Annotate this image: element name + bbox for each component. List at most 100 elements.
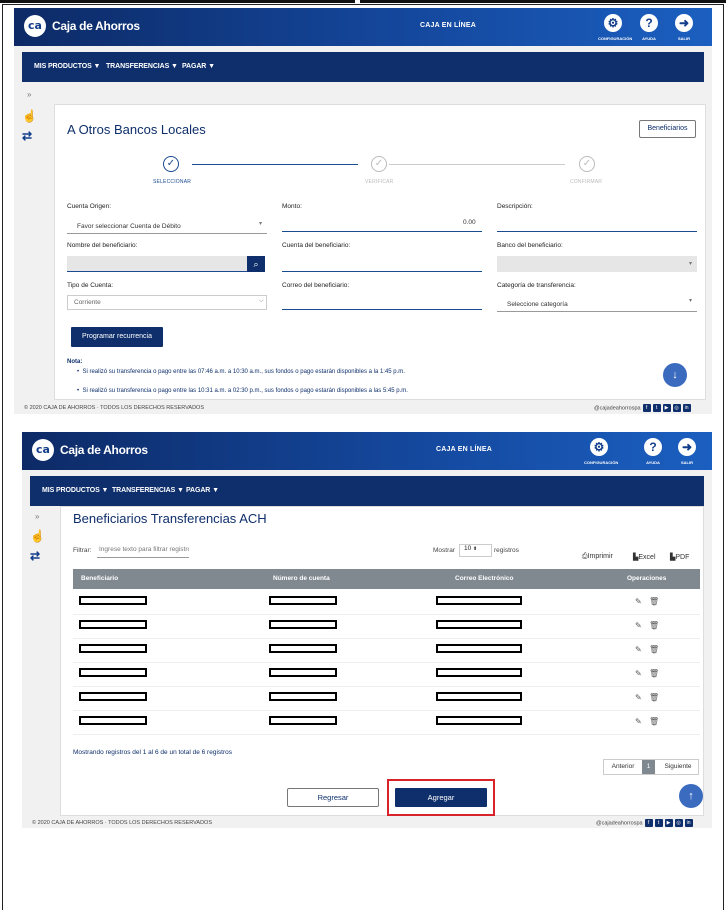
- search-icon[interactable]: ⌕: [247, 256, 265, 272]
- scroll-up-button[interactable]: ↑: [679, 784, 703, 808]
- youtube-icon[interactable]: ▶: [664, 819, 673, 827]
- edit-icon[interactable]: ✎: [635, 645, 642, 654]
- account-type-select[interactable]: Corriente: [67, 295, 267, 310]
- pdf-button[interactable]: ▙PDF: [670, 553, 689, 561]
- print-button[interactable]: ⎙Imprimir: [582, 553, 613, 561]
- logo-text[interactable]: Caja de Ahorros: [60, 443, 148, 457]
- logout-button[interactable]: ➜ SALIR: [669, 14, 699, 41]
- logo-mark[interactable]: ca: [32, 439, 54, 461]
- linkedin-icon[interactable]: in: [684, 819, 693, 827]
- nav-mis-productos[interactable]: MIS PRODUCTOS ▼: [34, 63, 100, 70]
- table-row: ✎ 🗑: [73, 615, 700, 639]
- beneficiary-email-input[interactable]: [282, 309, 482, 310]
- logout-label: SALIR: [681, 460, 693, 465]
- facebook-icon[interactable]: f: [642, 404, 651, 412]
- hand-coin-icon[interactable]: ☝: [30, 530, 46, 542]
- nav-mis-productos[interactable]: MIS PRODUCTOS ▼: [42, 487, 108, 494]
- chevron-down-icon: ⌵: [259, 298, 264, 304]
- youtube-icon[interactable]: ▶: [662, 404, 671, 412]
- page-size-select[interactable]: 10 ⬍: [459, 544, 492, 557]
- col-beneficiario[interactable]: Beneficiario: [81, 575, 118, 582]
- settings-button[interactable]: ⚙ CONFIGURACIÓN: [598, 14, 632, 41]
- help-button[interactable]: ? AYUDA: [634, 14, 664, 41]
- redacted-account-number: [269, 692, 337, 701]
- trash-icon[interactable]: 🗑: [649, 621, 659, 630]
- note-item: • Si realizó su transferencia o pago ent…: [77, 369, 405, 375]
- redacted-email: [436, 596, 522, 605]
- expand-chevron-icon[interactable]: »: [35, 512, 39, 521]
- filter-input[interactable]: Ingrese texto para filtrar registros: [97, 546, 189, 558]
- instagram-icon[interactable]: ◎: [672, 404, 681, 412]
- category-select[interactable]: Seleccione categoría: [507, 301, 568, 308]
- page-title: Beneficiarios Transferencias ACH: [73, 511, 267, 526]
- twitter-icon[interactable]: t: [654, 819, 663, 827]
- redacted-beneficiary: [79, 692, 147, 701]
- trash-icon[interactable]: 🗑: [649, 669, 659, 678]
- table-row: ✎ 🗑: [73, 639, 700, 663]
- col-operaciones[interactable]: Operaciones: [627, 575, 666, 582]
- trash-icon[interactable]: 🗑: [649, 717, 659, 726]
- transfer-hand-icon[interactable]: ⇄: [30, 550, 46, 562]
- redacted-email: [436, 692, 522, 701]
- nav-pagar[interactable]: PAGAR ▼: [182, 63, 215, 70]
- logo-text[interactable]: Caja de Ahorros: [52, 19, 140, 33]
- main-nav: MIS PRODUCTOS ▼ TRANSFERENCIAS ▼ PAGAR ▼: [22, 52, 704, 82]
- edit-icon[interactable]: ✎: [635, 693, 642, 702]
- category-underline: [497, 311, 697, 312]
- twitter-icon[interactable]: t: [652, 404, 661, 412]
- header-bar: ca Caja de Ahorros CAJA EN LÍNEA ⚙ CONFIG…: [22, 432, 712, 470]
- expand-chevron-icon[interactable]: »: [27, 90, 31, 99]
- nav-pagar[interactable]: PAGAR ▼: [186, 487, 219, 494]
- hand-coin-icon[interactable]: ☝: [22, 110, 38, 122]
- category-label: Categoría de transferencia:: [497, 282, 576, 289]
- main-nav: MIS PRODUCTOS ▼ TRANSFERENCIAS ▼ PAGAR ▼: [30, 476, 704, 506]
- nav-transferencias[interactable]: TRANSFERENCIAS ▼: [106, 63, 178, 70]
- beneficiary-bank-select[interactable]: [497, 256, 697, 272]
- page-1-button[interactable]: 1: [642, 760, 655, 774]
- redacted-account-number: [269, 716, 337, 725]
- trash-icon[interactable]: 🗑: [649, 645, 659, 654]
- redacted-beneficiary: [79, 644, 147, 653]
- logo-mark[interactable]: ca: [24, 15, 46, 37]
- beneficiary-account-input[interactable]: [282, 271, 482, 272]
- arrow-up-icon: ↑: [688, 790, 694, 802]
- prev-page-button[interactable]: Anterior: [606, 760, 640, 774]
- side-menu: » ☝ ⇄: [22, 506, 52, 816]
- col-numero-cuenta[interactable]: Número de cuenta: [273, 575, 330, 582]
- filter-label: Filtrar:: [73, 547, 92, 554]
- excel-button[interactable]: ▙Excel: [633, 553, 656, 561]
- edit-icon[interactable]: ✎: [635, 717, 642, 726]
- transfer-hand-icon[interactable]: ⇄: [22, 130, 38, 142]
- check-circle-icon: ✓: [579, 156, 595, 172]
- amount-input[interactable]: 0.00: [463, 219, 476, 226]
- header-bar: ca Caja de Ahorros CAJA EN LÍNEA ⚙ CONFIG…: [14, 8, 712, 46]
- scroll-down-button[interactable]: ↓: [663, 363, 687, 387]
- schedule-recurrence-button[interactable]: Programar recurrencia: [71, 327, 163, 347]
- description-input[interactable]: [497, 231, 697, 232]
- account-type-label: Tipo de Cuenta:: [67, 282, 114, 289]
- linkedin-icon[interactable]: in: [682, 404, 691, 412]
- help-button[interactable]: ? AYUDA: [638, 438, 668, 465]
- redacted-beneficiary: [79, 716, 147, 725]
- gear-icon: ⚙: [604, 14, 622, 32]
- beneficiary-name-input[interactable]: [67, 256, 247, 272]
- edit-icon[interactable]: ✎: [635, 597, 642, 606]
- nav-transferencias[interactable]: TRANSFERENCIAS ▼: [112, 487, 184, 494]
- beneficiary-email-label: Correo del beneficiario:: [282, 282, 350, 289]
- beneficiaries-button[interactable]: Beneficiarios: [639, 120, 696, 138]
- edit-icon[interactable]: ✎: [635, 621, 642, 630]
- settings-button[interactable]: ⚙ CONFIGURACIÓN: [584, 438, 618, 465]
- trash-icon[interactable]: 🗑: [649, 597, 659, 606]
- col-correo[interactable]: Correo Electrónico: [455, 575, 514, 582]
- next-page-button[interactable]: Siguiente: [658, 760, 698, 774]
- beneficiary-account-label: Cuenta del beneficiario:: [282, 242, 351, 249]
- step-line-2: [389, 164, 565, 165]
- back-button[interactable]: Regresar: [287, 788, 379, 807]
- help-label: AYUDA: [646, 460, 660, 465]
- trash-icon[interactable]: 🗑: [649, 693, 659, 702]
- origin-select[interactable]: Favor seleccionar Cuenta de Débito: [77, 223, 181, 230]
- edit-icon[interactable]: ✎: [635, 669, 642, 678]
- logout-button[interactable]: ➜ SALIR: [672, 438, 702, 465]
- instagram-icon[interactable]: ◎: [674, 819, 683, 827]
- facebook-icon[interactable]: f: [644, 819, 653, 827]
